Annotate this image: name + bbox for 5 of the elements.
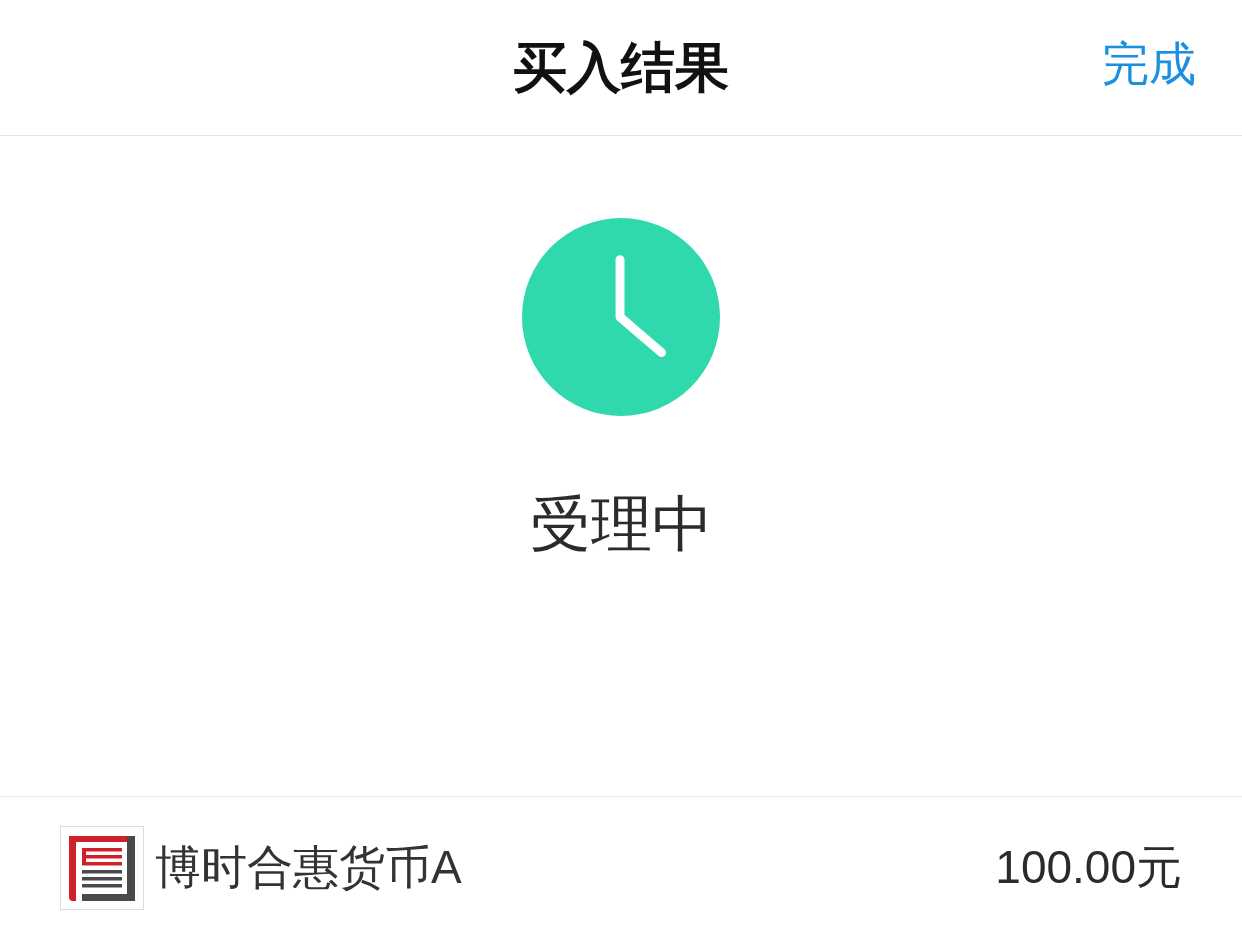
done-button[interactable]: 完成 <box>1102 36 1196 93</box>
fund-name: 博时合惠货币A <box>155 840 462 896</box>
page-title: 买入结果 <box>513 36 729 100</box>
status-text: 受理中 <box>529 489 713 560</box>
fund-amount: 100.00元 <box>995 840 1182 896</box>
